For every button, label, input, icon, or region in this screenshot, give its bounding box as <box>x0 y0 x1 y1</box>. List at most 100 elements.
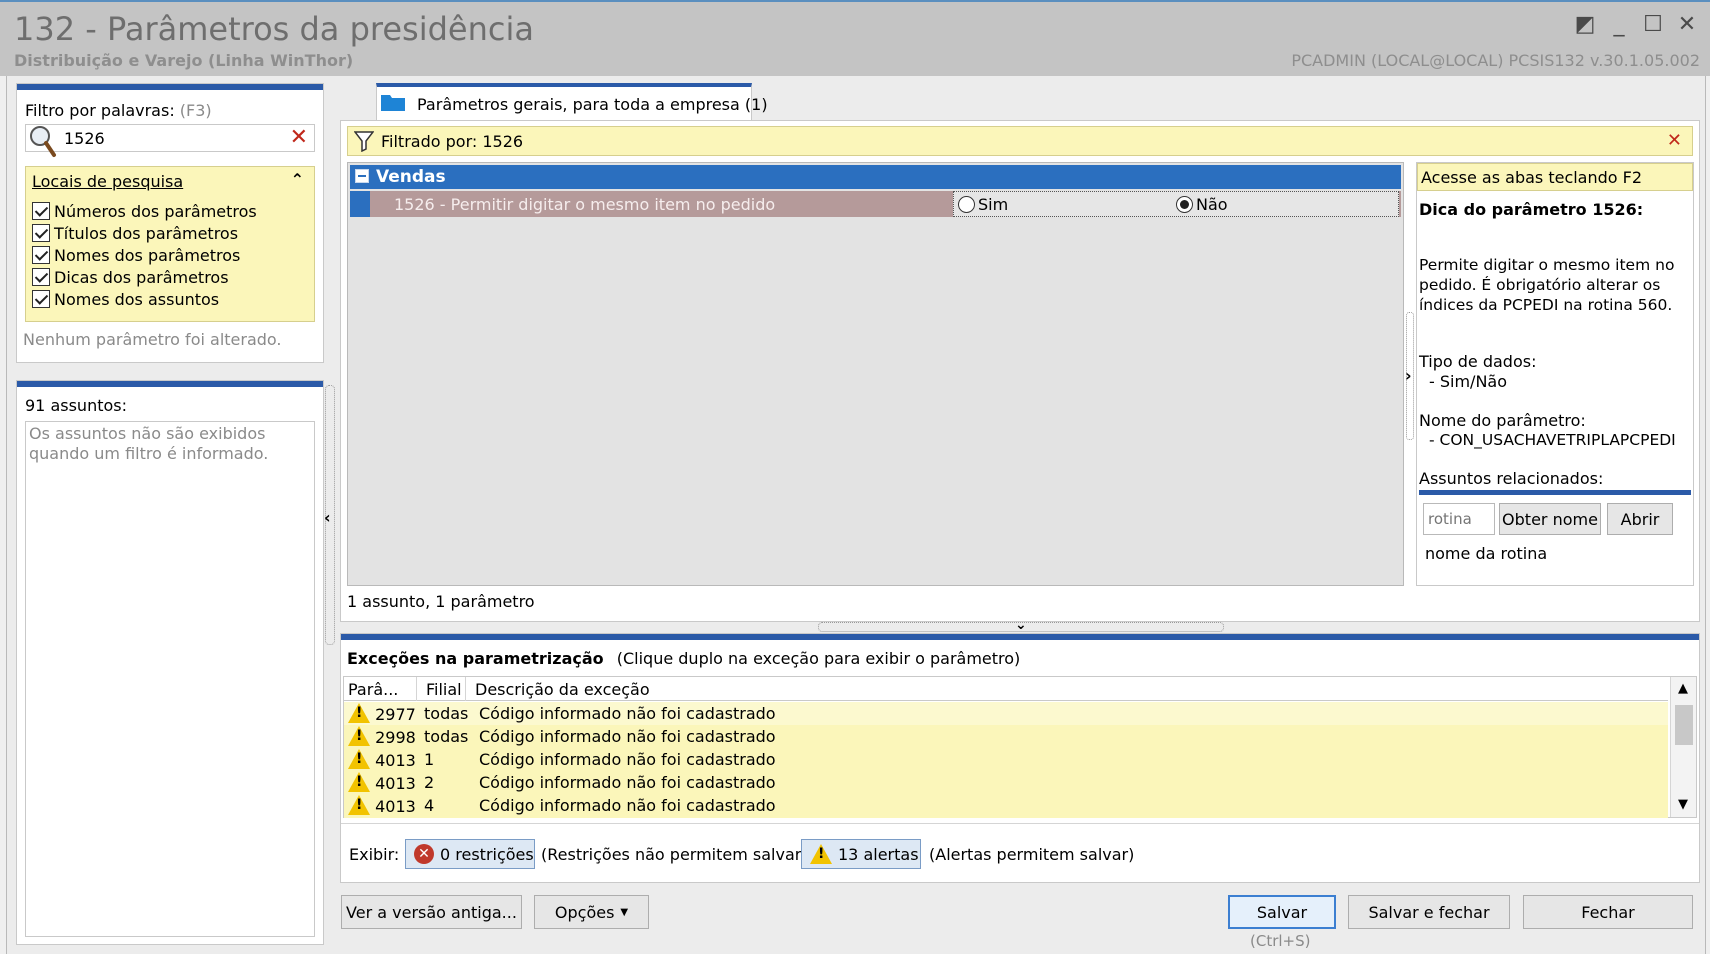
subjects-list[interactable]: Os assuntos não são exibidos quando um f… <box>25 421 315 937</box>
funnel-icon <box>354 131 374 152</box>
options-button[interactable]: Opções ▼ <box>534 895 649 929</box>
search-field[interactable]: 1526 ✕ <box>25 124 315 157</box>
param-value-cell[interactable]: Sim Não <box>953 191 1399 217</box>
option-param-tips[interactable]: Dicas dos parâmetros <box>32 267 257 289</box>
option-param-names[interactable]: Nomes dos parâmetros <box>32 245 257 267</box>
folder-icon <box>381 95 405 111</box>
error-icon: ✕ <box>414 844 434 864</box>
radio-sim[interactable]: Sim <box>958 195 1008 214</box>
checkbox-icon[interactable] <box>32 290 50 308</box>
warning-icon <box>810 844 832 864</box>
close-button[interactable]: Fechar <box>1523 895 1693 929</box>
open-button[interactable]: Abrir <box>1607 503 1673 535</box>
checkbox-icon[interactable] <box>32 202 50 220</box>
col-branch[interactable]: Filial <box>426 680 462 699</box>
option-subject-names[interactable]: Nomes dos assuntos <box>32 289 257 311</box>
col-param[interactable]: Parâ... <box>348 680 398 699</box>
radio-selected-icon[interactable] <box>1176 196 1193 213</box>
table-row[interactable]: 2977 todas Código informado não foi cada… <box>344 702 1668 725</box>
table-row[interactable]: 2998 todas Código informado não foi cada… <box>344 725 1668 748</box>
clear-filter-icon[interactable]: ✕ <box>1667 130 1682 151</box>
maximize-icon[interactable]: ☐ <box>1640 12 1666 38</box>
user-info: PCADMIN (LOCAL@LOCAL) PCSIS132 v.30.1.05… <box>1291 51 1700 70</box>
routine-input[interactable] <box>1423 503 1495 535</box>
scroll-down-icon[interactable]: ▼ <box>1678 797 1688 812</box>
save-button[interactable]: Salvar <box>1228 895 1336 929</box>
table-row[interactable]: 4013 4 Código informado não foi cadastra… <box>344 794 1668 817</box>
exceptions-accent <box>341 634 1699 640</box>
filter-panel-accent <box>17 84 323 90</box>
tab-general-params[interactable]: Parâmetros gerais, para toda a empresa (… <box>376 83 768 121</box>
search-places-list: Números dos parâmetros Títulos dos parâm… <box>32 201 257 311</box>
checkbox-icon[interactable] <box>32 224 50 242</box>
alerts-toggle[interactable]: 13 alertas <box>801 839 921 869</box>
search-input[interactable]: 1526 <box>64 129 105 148</box>
warning-icon <box>348 749 370 769</box>
filter-panel: Filtro por palavras: (F3) 1526 ✕ Locais … <box>16 83 324 363</box>
filter-shortcut: (F3) <box>179 101 212 120</box>
exceptions-header: Exceções na parametrização (Clique duplo… <box>347 649 1020 668</box>
collapse-chevron-icon[interactable]: ⌃ <box>291 170 304 189</box>
warning-icon <box>348 772 370 792</box>
get-name-button[interactable]: Obter nome <box>1499 503 1601 535</box>
exceptions-table: Parâ... Filial Descrição da exceção 2977… <box>343 676 1697 818</box>
routine-name: nome da rotina <box>1425 544 1548 563</box>
filter-label: Filtro por palavras: <box>25 101 175 120</box>
exceptions-panel: Exceções na parametrização (Clique duplo… <box>340 633 1700 883</box>
checkbox-icon[interactable] <box>32 246 50 264</box>
search-icon <box>30 126 56 157</box>
subjects-panel: 91 assuntos: Os assuntos não são exibido… <box>16 380 324 945</box>
change-status: Nenhum parâmetro foi alterado. <box>23 330 282 349</box>
save-close-button[interactable]: Salvar e fechar <box>1348 895 1510 929</box>
tab-label: Parâmetros gerais, para toda a empresa (… <box>417 95 768 114</box>
param-name-label: Nome do parâmetro: <box>1419 411 1586 430</box>
col-description[interactable]: Descrição da exceção <box>475 680 650 699</box>
old-version-button[interactable]: Ver a versão antiga... <box>341 895 522 929</box>
exceptions-title: Exceções na parametrização <box>347 649 604 668</box>
collapse-bottom-icon[interactable]: ⌄ <box>1015 617 1027 633</box>
title-bar: 132 - Parâmetros da presidência Distribu… <box>0 0 1710 76</box>
filter-bar-label: Filtrado por: 1526 <box>381 132 524 151</box>
restrictions-toggle[interactable]: ✕ 0 restrições <box>405 839 535 869</box>
related-accent <box>1419 490 1691 495</box>
tips-hint: Acesse as abas teclando F2 <box>1417 163 1693 191</box>
data-type-label: Tipo de dados: <box>1419 352 1537 371</box>
warning-icon <box>348 703 370 723</box>
subjects-count: 91 assuntos: <box>25 396 127 415</box>
exceptions-header-row: Parâ... Filial Descrição da exceção <box>344 677 1668 701</box>
close-window-icon[interactable]: ✕ <box>1674 12 1700 38</box>
tips-description: Permite digitar o mesmo item no pedido. … <box>1419 256 1675 314</box>
collapse-group-icon[interactable] <box>355 169 369 183</box>
minimize-icon[interactable]: _ <box>1606 12 1632 38</box>
exceptions-subtitle: (Clique duplo na exceção para exibir o p… <box>616 649 1021 668</box>
exceptions-rows: 2977 todas Código informado não foi cada… <box>344 702 1668 818</box>
warning-icon <box>348 726 370 746</box>
expand-tips-icon[interactable]: › <box>1405 366 1412 385</box>
search-places-title: Locais de pesquisa <box>32 172 184 191</box>
radio-icon[interactable] <box>958 196 975 213</box>
clear-search-icon[interactable]: ✕ <box>290 125 308 150</box>
param-row-1526[interactable]: 1526 - Permitir digitar o mesmo item no … <box>350 191 1401 217</box>
group-name: Vendas <box>376 167 446 187</box>
scroll-up-icon[interactable]: ▲ <box>1678 681 1688 696</box>
window-title: 132 - Parâmetros da presidência <box>14 10 534 48</box>
option-param-titles[interactable]: Títulos dos parâmetros <box>32 223 257 245</box>
checkbox-icon[interactable] <box>32 268 50 286</box>
related-label: Assuntos relacionados: <box>1419 469 1604 488</box>
group-header-vendas[interactable]: Vendas <box>350 165 1401 189</box>
alerts-note: (Alertas permitem salvar) <box>929 845 1135 864</box>
tips-panel: Acesse as abas teclando F2 Dica do parâm… <box>1416 162 1694 586</box>
table-row[interactable]: 4013 1 Código informado não foi cadastra… <box>344 748 1668 771</box>
option-param-numbers[interactable]: Números dos parâmetros <box>32 201 257 223</box>
search-places-box: Locais de pesquisa ⌃ Números dos parâmet… <box>25 166 315 322</box>
table-row[interactable]: 4013 2 Código informado não foi cadastra… <box>344 771 1668 794</box>
collapse-left-icon[interactable]: ‹ <box>324 508 331 527</box>
exceptions-scrollbar[interactable]: ▲ ▼ <box>1670 677 1696 817</box>
subjects-panel-accent <box>17 381 323 387</box>
radio-nao[interactable]: Não <box>1176 195 1228 214</box>
restore-panel-icon[interactable]: ◩ <box>1572 12 1598 38</box>
window-subtitle: Distribuição e Varejo (Linha WinThor) <box>14 51 354 70</box>
save-shortcut: (Ctrl+S) <box>1250 932 1311 950</box>
scroll-thumb[interactable] <box>1675 705 1693 745</box>
param-name-value: - CON_USACHAVETRIPLAPCPEDI <box>1429 431 1676 449</box>
